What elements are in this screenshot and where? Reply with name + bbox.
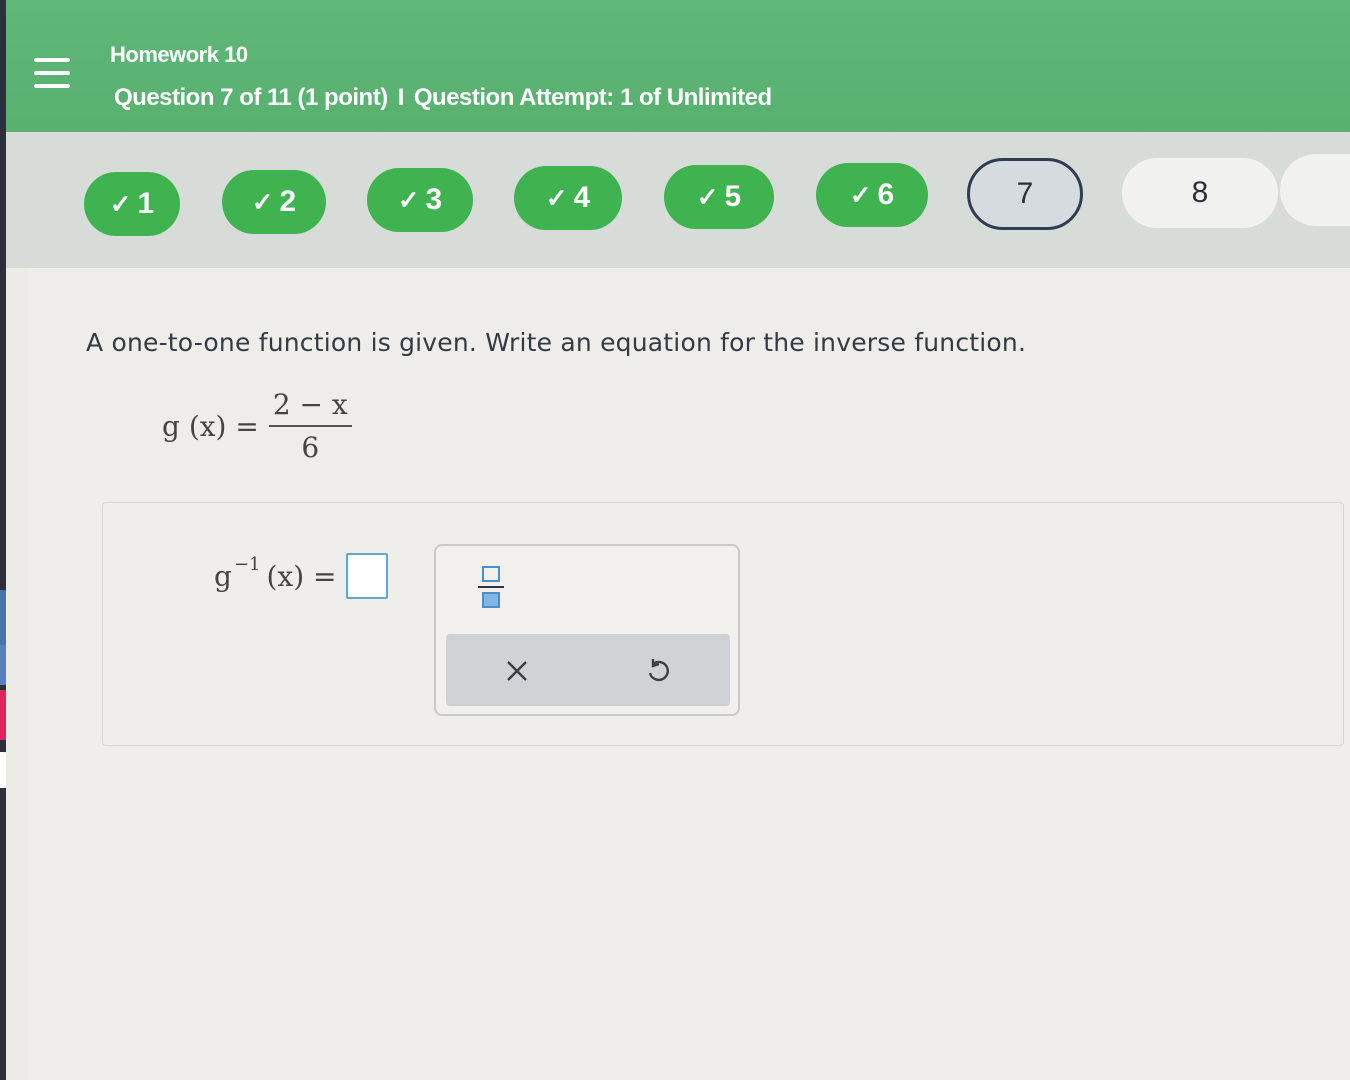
menu-icon[interactable] xyxy=(34,58,70,88)
inverse-exponent: −1 xyxy=(233,553,261,575)
check-icon: ✓ xyxy=(849,179,872,210)
inverse-lhs-rest: (x) = xyxy=(266,559,337,593)
question-nav-label: 7 xyxy=(1016,177,1034,210)
check-icon: ✓ xyxy=(397,184,420,215)
question-nav-3[interactable]: ✓ 3 xyxy=(367,168,473,232)
question-prompt: A one-to-one function is given. Write an… xyxy=(86,328,1027,357)
clear-icon[interactable] xyxy=(492,646,542,696)
inverse-lhs-base: g xyxy=(214,559,232,593)
check-icon: ✓ xyxy=(251,186,274,217)
check-icon: ✓ xyxy=(545,182,568,213)
undo-icon[interactable] xyxy=(633,646,683,696)
question-nav-label: 2 xyxy=(279,185,297,218)
question-nav-label: 3 xyxy=(425,183,443,216)
question-nav-label: 8 xyxy=(1191,176,1209,209)
given-denominator: 6 xyxy=(301,431,320,464)
given-numerator: 2 − x xyxy=(268,388,352,427)
answer-input[interactable] xyxy=(346,553,389,599)
separator: I xyxy=(397,84,405,111)
given-fraction: 2 − x 6 xyxy=(268,388,352,464)
fraction-icon[interactable] xyxy=(478,566,504,612)
question-nav-label: 5 xyxy=(724,180,742,213)
inverse-equation: g −1 (x) = xyxy=(214,548,389,604)
question-nav-label: 1 xyxy=(137,187,155,220)
question-nav-5[interactable]: ✓ 5 xyxy=(664,165,774,229)
question-nav-8[interactable]: 8 xyxy=(1122,158,1278,228)
question-info: Question 7 of 11 (1 point) I Question Atte… xyxy=(114,84,772,112)
question-nav-label: 4 xyxy=(573,181,591,214)
question-nav-4[interactable]: ✓ 4 xyxy=(514,166,622,230)
homework-title: Homework 10 xyxy=(110,42,248,67)
question-nav-7[interactable]: 7 xyxy=(967,158,1083,230)
question-nav-1[interactable]: ✓ 1 xyxy=(84,172,180,236)
question-nav-label: 6 xyxy=(877,178,895,211)
check-icon: ✓ xyxy=(109,188,132,219)
given-function: g (x) = 2 − x 6 xyxy=(162,388,352,464)
question-nav-2[interactable]: ✓ 2 xyxy=(222,170,326,234)
check-icon: ✓ xyxy=(696,181,719,212)
attempt-label: Question Attempt: 1 of Unlimited xyxy=(413,84,772,111)
question-nav-6[interactable]: ✓ 6 xyxy=(816,163,928,227)
question-nav-9-partial[interactable] xyxy=(1280,154,1350,226)
question-number-label: Question 7 of 11 (1 point) xyxy=(114,84,388,111)
given-lhs: g (x) = xyxy=(162,409,259,443)
header-bar xyxy=(6,0,1350,140)
palette-action-bar xyxy=(446,634,730,706)
